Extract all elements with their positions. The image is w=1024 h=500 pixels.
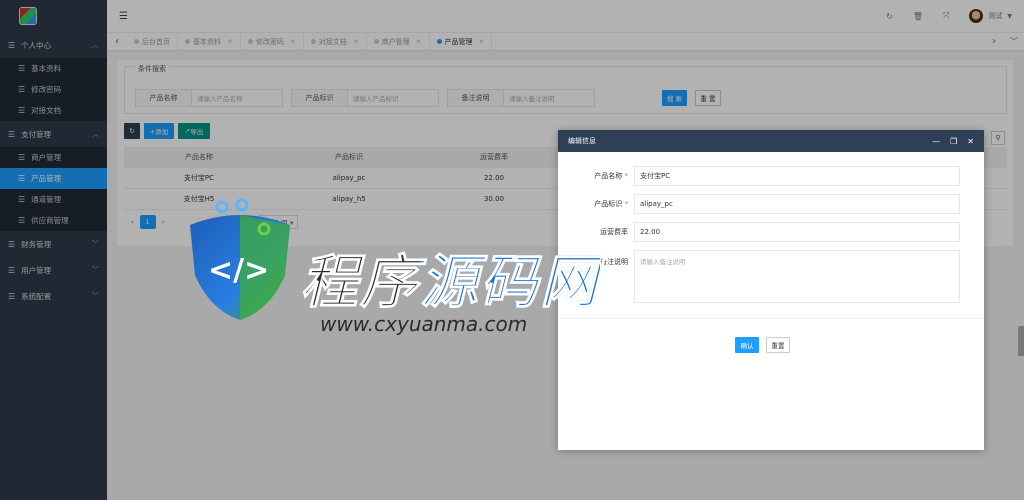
form-label: 备注说明 [600,258,628,266]
rate-field[interactable]: 22.00 [634,222,960,242]
form-label: 产品名称 * [578,171,634,181]
required-mark: * [624,200,629,208]
side-drawer-handle[interactable] [1018,326,1024,356]
product-name-field[interactable]: 支付宝PC [634,166,960,186]
form-row-code: 产品标识 * alipay_pc [578,194,960,214]
maximize-icon[interactable]: ❐ [950,137,957,146]
dialog-divider [558,318,984,319]
dialog-reset-button[interactable]: 重置 [766,337,790,353]
remark-textarea[interactable]: 请输入备注说明 [634,250,960,303]
form-label: 产品标识 * [578,199,634,209]
form-label-text: 产品名称 [594,172,623,180]
form-label: 运营费率 [600,228,628,236]
form-row-remark: 备注说明 请输入备注说明 [578,250,960,303]
dialog-title: 编辑信息 [568,137,596,145]
edit-dialog: 编辑信息 — ❐ ✕ 产品名称 * 支付宝PC 产品标识 * alipay_pc… [558,130,984,450]
form-row-rate: 运营费率 22.00 [578,222,960,242]
form-label-text: 产品标识 [594,200,623,208]
dialog-header: 编辑信息 — ❐ ✕ [558,130,984,152]
confirm-button[interactable]: 确认 [735,337,759,353]
dialog-controls: — ❐ ✕ [932,137,974,146]
minimize-icon[interactable]: — [932,137,940,146]
required-mark: * [624,172,629,180]
close-icon[interactable]: ✕ [967,137,974,146]
form-row-name: 产品名称 * 支付宝PC [578,166,960,186]
product-code-field[interactable]: alipay_pc [634,194,960,214]
